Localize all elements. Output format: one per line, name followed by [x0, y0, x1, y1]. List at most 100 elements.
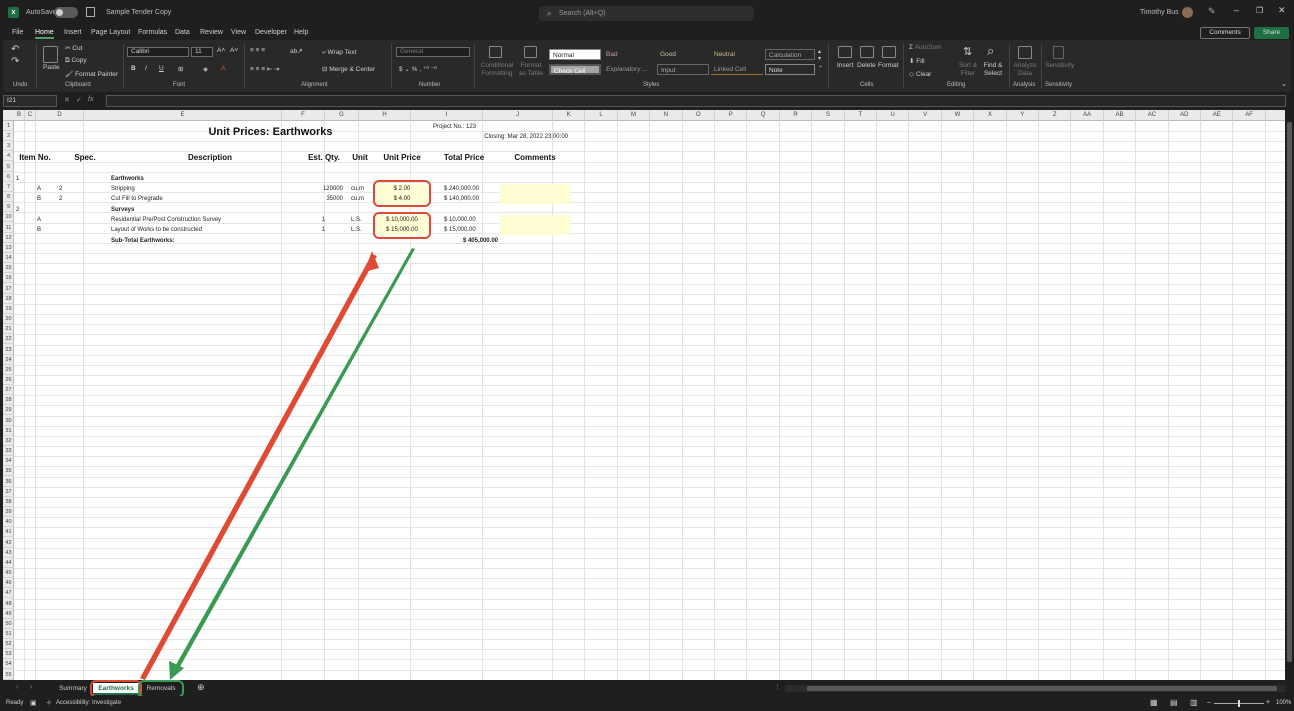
row-header[interactable]: 29 [3, 405, 14, 416]
conditional-formatting-icon[interactable] [489, 46, 502, 58]
insert-cells-label[interactable]: Insert [837, 62, 853, 69]
menu-view[interactable]: View [231, 29, 246, 36]
column-header[interactable]: U [877, 110, 910, 121]
column-header[interactable]: M [618, 110, 651, 121]
desc-cut-fill[interactable]: Cut Fill to Pregrade [111, 194, 163, 204]
font-shrink-icon[interactable]: A˅ [230, 47, 238, 54]
page-layout-view-icon[interactable]: ▤ [1170, 698, 1178, 707]
font-size-select[interactable]: 11 [191, 47, 213, 57]
spec-1b[interactable]: 2 [59, 194, 62, 204]
style-note[interactable]: Note [765, 64, 815, 75]
bold-icon[interactable]: B [131, 65, 136, 72]
menu-file[interactable]: File [12, 29, 23, 36]
row-header[interactable]: 32 [3, 436, 14, 446]
currency-icon[interactable]: $ ⌄ % , ⁺⁰ ⁻⁰ [399, 65, 437, 73]
normal-view-icon[interactable]: ▦ [1150, 698, 1158, 707]
row-header[interactable]: 28 [3, 395, 14, 406]
row-header[interactable]: 13 [3, 243, 14, 253]
tab-summary[interactable]: Summary [54, 683, 92, 695]
redo-icon[interactable]: ↷ [11, 56, 19, 67]
column-header[interactable]: E [84, 110, 282, 121]
clear-button[interactable]: ◇ Clear [909, 70, 931, 78]
style-bad[interactable]: Bad [603, 49, 655, 60]
restore-icon[interactable]: ❐ [1256, 6, 1263, 15]
menu-page-layout[interactable]: Page Layout [91, 29, 130, 36]
row-header[interactable]: 10 [3, 212, 14, 223]
column-header[interactable]: O [683, 110, 715, 121]
zoom-in-icon[interactable]: + [1266, 699, 1270, 706]
align-left-icon[interactable]: ≡ ≡ ≡ ⇤ ⇥ [250, 65, 280, 73]
column-header[interactable]: D [36, 110, 84, 121]
column-header[interactable]: C [25, 110, 36, 121]
column-header[interactable]: H [359, 110, 411, 121]
menu-data[interactable]: Data [175, 29, 190, 36]
spec-1a[interactable]: 2 [59, 184, 62, 194]
enter-icon[interactable]: ✓ [76, 96, 82, 104]
delete-cells-label[interactable]: Delete [857, 62, 876, 69]
delete-cells-icon[interactable] [860, 46, 874, 58]
column-header[interactable]: Z [1039, 110, 1072, 121]
row-header[interactable]: 33 [3, 446, 14, 457]
row-header[interactable]: 6 [3, 172, 14, 182]
menu-home[interactable]: Home [35, 29, 54, 39]
row-header[interactable]: 47 [3, 588, 14, 599]
column-header[interactable]: F [282, 110, 325, 121]
find-icon[interactable]: ⌕ [987, 43, 994, 59]
column-header[interactable]: L [585, 110, 618, 121]
section-surveys[interactable]: Surveys [111, 205, 134, 215]
ribbon-collapse-icon[interactable]: ⌄ [1281, 80, 1287, 88]
row-header[interactable]: 30 [3, 416, 14, 426]
insert-cells-icon[interactable] [838, 46, 852, 58]
row-header[interactable]: 2 [3, 131, 14, 142]
borders-icon[interactable]: ⊞ [178, 65, 183, 73]
row-header[interactable]: 22 [3, 334, 14, 345]
user-name[interactable]: Timothy Bus [1140, 9, 1179, 16]
row-header[interactable]: 21 [3, 324, 14, 335]
zoom-out-icon[interactable]: – [1207, 699, 1211, 706]
function-icon[interactable]: fx [88, 96, 93, 103]
style-explanatory[interactable]: Explanatory ... [603, 64, 655, 75]
item-1[interactable]: 1 [16, 174, 19, 184]
style-input[interactable]: Input [657, 64, 709, 75]
row-header[interactable]: 24 [3, 355, 14, 365]
column-header[interactable]: N [650, 110, 683, 121]
row-header[interactable]: 25 [3, 365, 14, 375]
row-header[interactable]: 1 [3, 121, 14, 131]
row-header[interactable]: 43 [3, 548, 14, 558]
undo-icon[interactable]: ↶ [11, 44, 19, 55]
add-sheet-icon[interactable]: ⊕ [197, 682, 205, 693]
styles-scroll-icon[interactable]: ▴ ▾ ⌄ [818, 48, 823, 69]
row-header[interactable]: 26 [3, 375, 14, 385]
row-header[interactable]: 41 [3, 527, 14, 538]
column-header[interactable]: AF [1233, 110, 1266, 121]
conditional-formatting-label[interactable]: Conditional Formatting [479, 62, 515, 78]
vertical-scroll-thumb[interactable] [1287, 122, 1292, 662]
macro-icon[interactable]: ▣ [30, 699, 37, 707]
row-header[interactable]: 15 [3, 263, 14, 274]
save-icon[interactable] [86, 7, 95, 17]
sort-filter-label[interactable]: Sort & Filter [958, 62, 978, 78]
accessibility-icon[interactable]: ✧ [46, 699, 52, 707]
analyze-data-icon[interactable] [1018, 46, 1032, 59]
row-header[interactable]: 37 [3, 487, 14, 497]
desc-stripping[interactable]: Stripping [111, 184, 135, 194]
column-header[interactable]: I [411, 110, 483, 121]
total-layout[interactable]: $ 15,000.00 [444, 225, 476, 235]
formula-input[interactable] [106, 95, 1286, 107]
italic-icon[interactable]: I [145, 65, 147, 72]
style-check-cell[interactable]: Check Cell [549, 64, 601, 75]
format-cells-label[interactable]: Format [878, 62, 899, 69]
zoom-level[interactable]: 100% [1276, 700, 1291, 706]
format-table-label[interactable]: Format as Table [517, 62, 545, 78]
column-header[interactable]: V [909, 110, 942, 121]
align-top-icon[interactable]: ≡ ≡ ≡ [250, 47, 265, 54]
row-header[interactable]: 34 [3, 456, 14, 467]
row-header[interactable]: 50 [3, 619, 14, 629]
search-box[interactable]: ⌕ Search (Alt+Q) [539, 6, 754, 21]
tab-options-icon[interactable]: ⋮ [774, 683, 781, 691]
column-header[interactable]: AC [1136, 110, 1169, 121]
row-header[interactable]: 23 [3, 345, 14, 355]
row-header[interactable]: 35 [3, 466, 14, 477]
zoom-slider-thumb[interactable] [1238, 700, 1240, 707]
autosave-toggle[interactable] [54, 7, 78, 18]
